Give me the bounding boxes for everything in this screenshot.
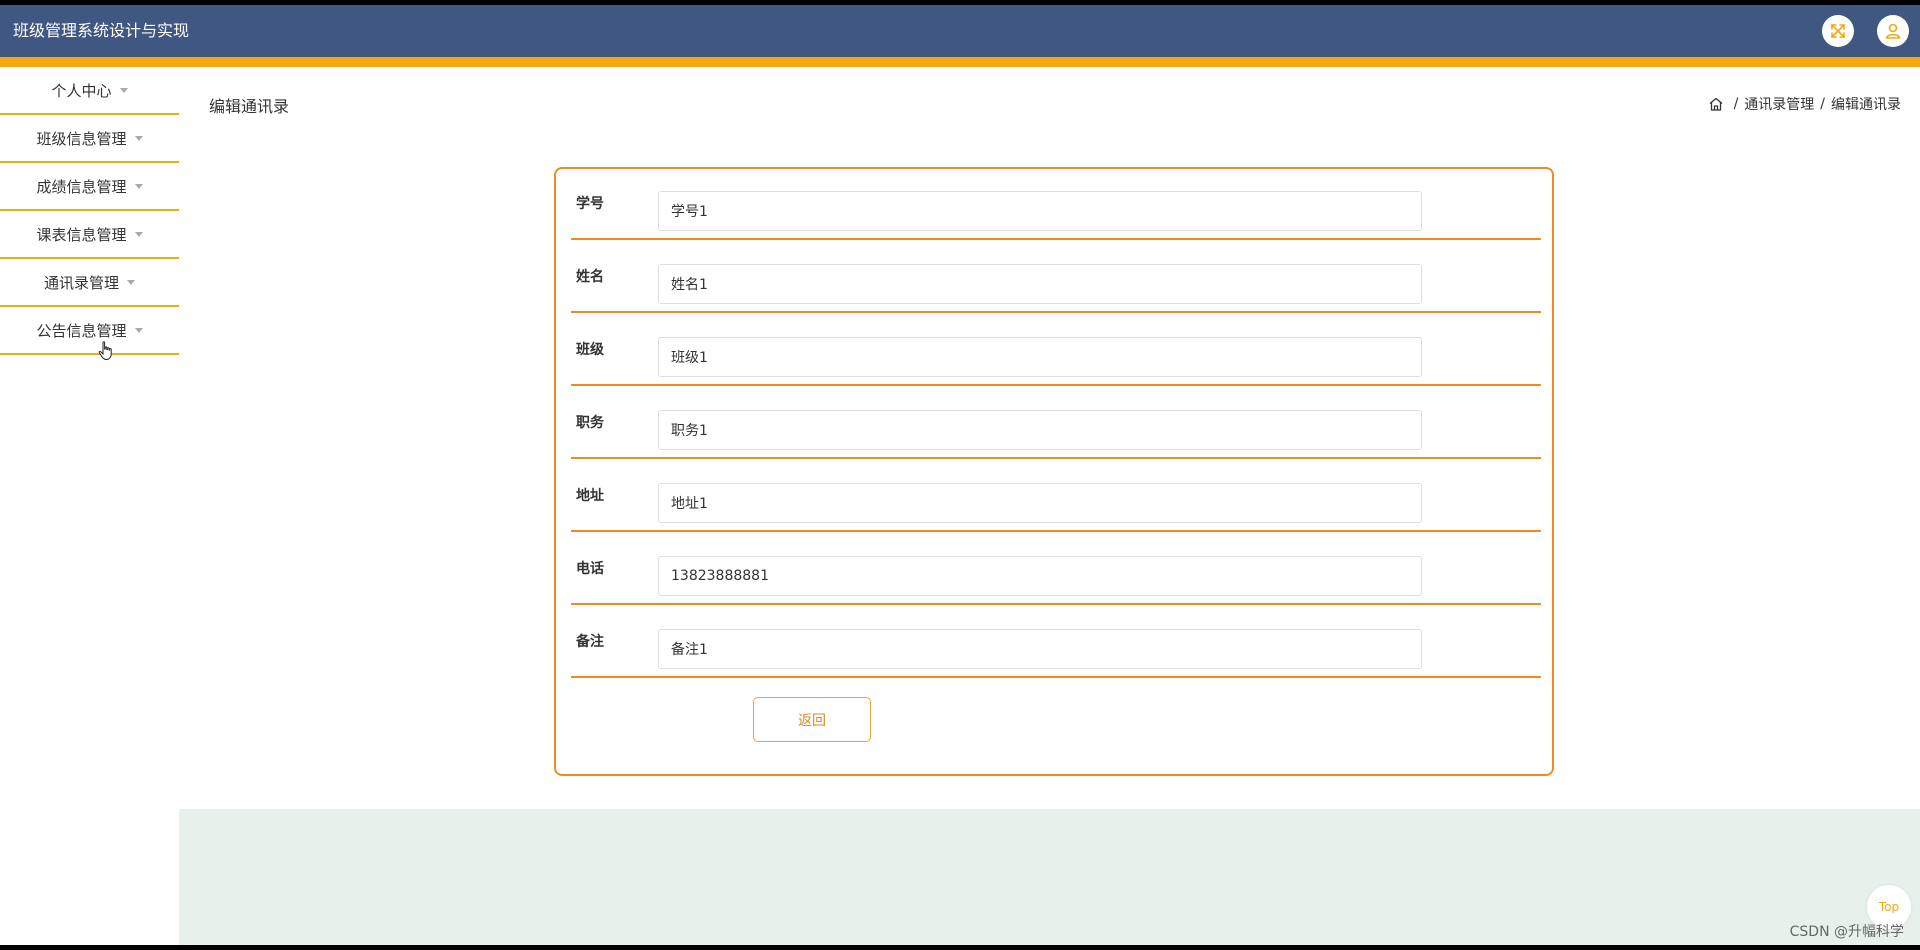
form-row-student-id: 学号	[571, 169, 1541, 240]
student-id-input[interactable]	[658, 191, 1422, 231]
form-row-remarks: 备注	[571, 607, 1541, 678]
caret-down-icon	[134, 183, 143, 189]
breadcrumb-item-contacts[interactable]: 通讯录管理	[1744, 94, 1814, 114]
name-input[interactable]	[658, 264, 1422, 304]
hand-cursor-icon	[98, 341, 112, 361]
breadcrumb-separator: /	[1733, 96, 1739, 112]
app-title: 班级管理系统设计与实现	[13, 21, 190, 40]
position-input[interactable]	[658, 410, 1422, 450]
edit-contact-form: 学号 姓名 班级 职务 地址 电话	[554, 167, 1554, 776]
sidebar-item-label: 公告信息管理	[36, 321, 127, 340]
caret-down-icon	[134, 231, 143, 237]
field-label: 电话	[576, 561, 604, 577]
fullscreen-button[interactable]	[1822, 15, 1854, 47]
back-button[interactable]: 返回	[753, 697, 871, 742]
sidebar-item-schedule-info[interactable]: 课表信息管理	[0, 211, 179, 259]
field-label: 学号	[576, 196, 604, 212]
breadcrumb-item-current: 编辑通讯录	[1831, 97, 1901, 113]
top-header: 班级管理系统设计与实现	[0, 5, 1920, 57]
content-footer-area	[179, 809, 1920, 945]
header-accent-bar	[0, 57, 1920, 67]
app-window: 班级管理系统设计与实现 个人中心 班级信息管理 成绩信息管理 课表信息管理 通讯…	[0, 5, 1920, 945]
address-input[interactable]	[658, 483, 1422, 523]
field-label: 班级	[576, 342, 604, 358]
field-label: 地址	[576, 488, 604, 504]
main-content: 编辑通讯录 / 通讯录管理 / 编辑通讯录 学号 姓名	[179, 67, 1920, 945]
sidebar-item-label: 个人中心	[51, 81, 112, 100]
user-button[interactable]	[1877, 15, 1909, 47]
sidebar-item-class-info[interactable]: 班级信息管理	[0, 115, 179, 163]
user-icon	[1885, 23, 1901, 39]
sidebar-item-label: 班级信息管理	[36, 129, 127, 148]
sidebar-item-announcements[interactable]: 公告信息管理	[0, 307, 179, 355]
sidebar-item-label: 成绩信息管理	[36, 177, 127, 196]
class-input[interactable]	[658, 337, 1422, 377]
caret-down-icon	[119, 87, 128, 93]
sidebar-item-personal-center[interactable]: 个人中心	[0, 67, 179, 115]
form-row-address: 地址	[571, 461, 1541, 532]
fullscreen-icon	[1831, 24, 1845, 38]
page-title: 编辑通讯录	[209, 97, 290, 116]
home-icon[interactable]	[1708, 96, 1724, 112]
phone-input[interactable]	[658, 556, 1422, 596]
sidebar-item-grade-info[interactable]: 成绩信息管理	[0, 163, 179, 211]
breadcrumb-separator: /	[1820, 96, 1825, 112]
field-label: 姓名	[576, 269, 604, 285]
caret-down-icon	[134, 135, 143, 141]
sidebar-item-label: 通讯录管理	[43, 273, 119, 292]
sidebar-item-contacts[interactable]: 通讯录管理	[0, 259, 179, 307]
watermark-text: CSDN @升幅科学	[1789, 924, 1904, 940]
field-label: 职务	[576, 415, 604, 431]
field-label: 备注	[576, 634, 604, 650]
sidebar: 个人中心 班级信息管理 成绩信息管理 课表信息管理 通讯录管理 公告信息管理	[0, 67, 179, 945]
caret-down-icon	[134, 327, 143, 333]
remarks-input[interactable]	[658, 629, 1422, 669]
caret-down-icon	[127, 279, 135, 285]
form-row-position: 职务	[571, 388, 1541, 459]
form-row-class: 班级	[571, 315, 1541, 386]
breadcrumb: / 通讯录管理 / 编辑通讯录	[1708, 94, 1901, 114]
form-row-name: 姓名	[571, 242, 1541, 313]
sidebar-item-label: 课表信息管理	[36, 225, 127, 244]
form-row-phone: 电话	[571, 534, 1541, 605]
